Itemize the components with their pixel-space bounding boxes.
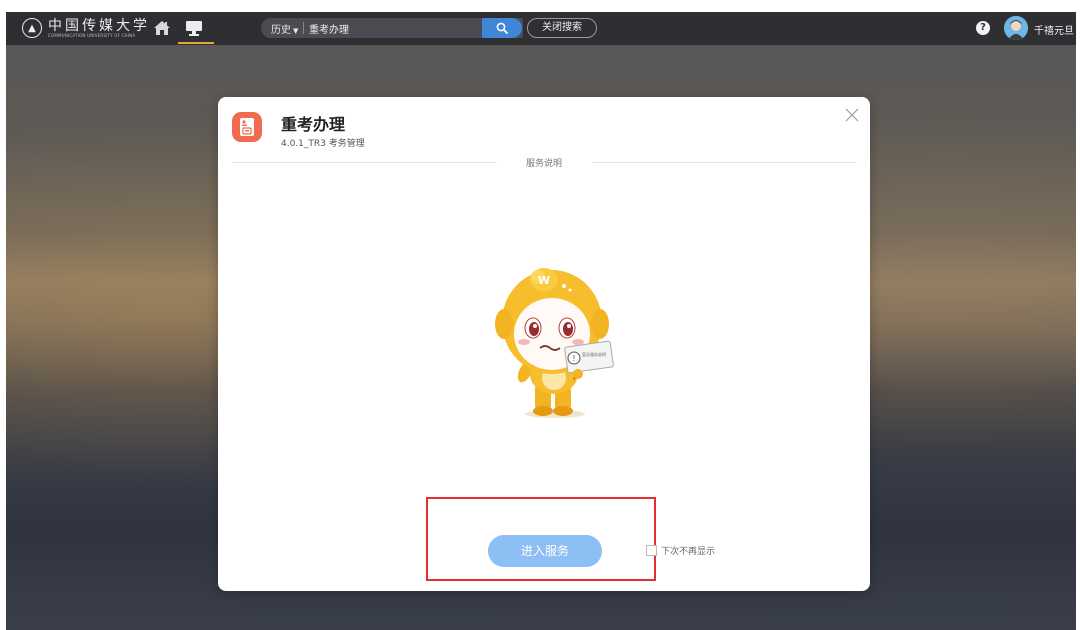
- dialog-subtitle: 4.0.1_TR3 考务管理: [281, 139, 365, 149]
- logo-name-en: COMMUNICATION UNIVERSITY OF CHINA: [48, 32, 136, 38]
- avatar-icon: [1004, 16, 1028, 40]
- section-divider-left: [232, 162, 497, 163]
- username[interactable]: 千禧元旦: [1034, 22, 1074, 37]
- history-label: 历史: [271, 25, 291, 36]
- nav-active-indicator: [178, 42, 214, 44]
- university-logo[interactable]: ▲ 中国传媒大学 COMMUNICATION UNIVERSITY OF CHI…: [22, 18, 150, 38]
- section-label: 服务说明: [525, 159, 562, 169]
- search-input[interactable]: [309, 19, 479, 37]
- svg-text:!: !: [572, 354, 575, 363]
- close-icon[interactable]: [844, 107, 860, 123]
- dont-show-label[interactable]: 下次不再显示: [661, 544, 715, 557]
- service-dialog: 重考办理 4.0.1_TR3 考务管理 服务说明 W ! 暂无服务说明 进入服务…: [218, 97, 870, 591]
- desktop-icon[interactable]: [184, 19, 204, 37]
- desktop-background: ▲ 中国传媒大学 COMMUNICATION UNIVERSITY OF CHI…: [6, 12, 1076, 630]
- avatar[interactable]: [1004, 16, 1028, 40]
- svg-text:W: W: [538, 274, 550, 287]
- help-icon[interactable]: ?: [976, 21, 990, 35]
- search-separator: [303, 22, 304, 34]
- logo-name-cn: 中国传媒大学: [48, 17, 150, 34]
- search-icon: [496, 22, 508, 34]
- section-divider-right: [592, 162, 857, 163]
- history-dropdown[interactable]: 历史 ▼: [271, 21, 298, 36]
- dialog-title: 重考办理: [281, 115, 346, 134]
- caret-down-icon: ▼: [293, 27, 299, 35]
- close-search-button[interactable]: 关闭搜索: [527, 18, 597, 38]
- home-icon[interactable]: [153, 19, 171, 37]
- logo-seal-icon: ▲: [22, 18, 42, 38]
- dont-show-checkbox[interactable]: [646, 545, 657, 556]
- enter-service-button[interactable]: 进入服务: [488, 535, 602, 567]
- search-button[interactable]: [482, 18, 522, 38]
- app-document-icon: [232, 112, 262, 142]
- top-bar: ▲ 中国传媒大学 COMMUNICATION UNIVERSITY OF CHI…: [6, 12, 1076, 45]
- mascot-illustration: W ! 暂无服务说明: [495, 268, 614, 418]
- mascot-sign-text: 暂无服务说明: [582, 351, 606, 357]
